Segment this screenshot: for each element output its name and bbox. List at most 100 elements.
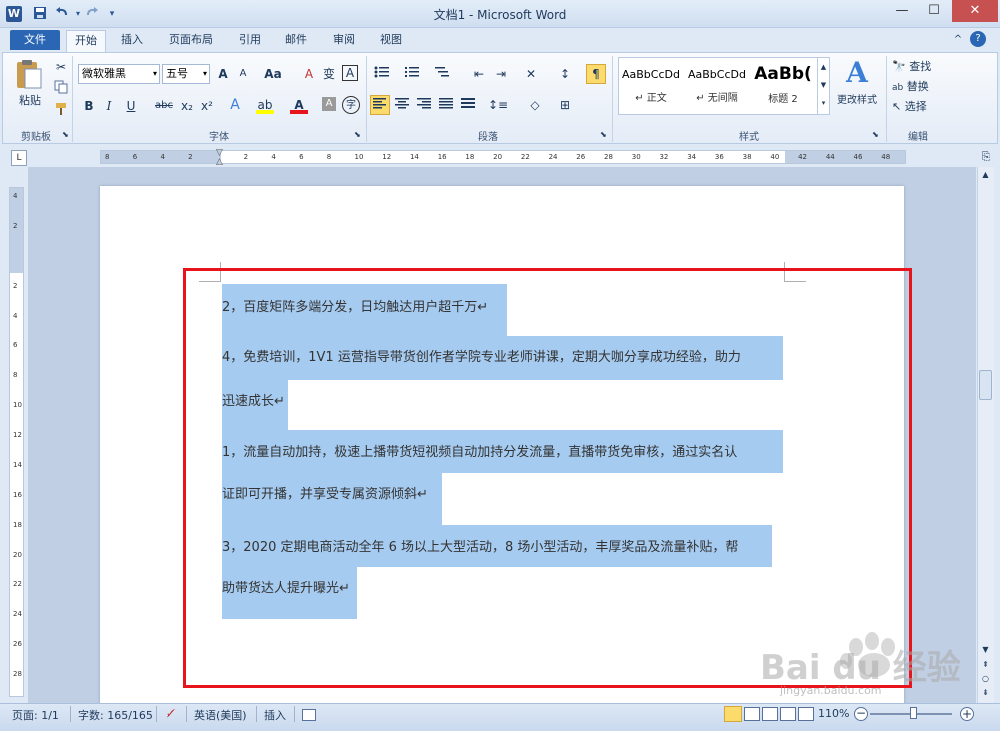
tab-page-layout[interactable]: 页面布局: [160, 30, 222, 52]
tab-selector-icon[interactable]: L: [11, 150, 27, 166]
increase-indent-icon[interactable]: ⇥: [492, 65, 510, 83]
align-right-icon[interactable]: [415, 96, 433, 114]
zoom-out-icon[interactable]: −: [854, 707, 868, 721]
full-screen-view-icon[interactable]: [744, 707, 760, 721]
tab-home[interactable]: 开始: [66, 30, 106, 52]
align-center-icon[interactable]: [393, 96, 411, 114]
word-count[interactable]: 字数: 165/165: [78, 707, 153, 723]
shading-icon[interactable]: ◇: [526, 96, 544, 114]
chinese-layout-icon[interactable]: ✕: [520, 65, 542, 83]
vertical-ruler[interactable]: 4 2 2 4 6 8 10 12 14 16 18 20 22 24 26 28: [9, 187, 24, 697]
find-label: 查找: [909, 60, 932, 73]
char-shading-icon[interactable]: A: [322, 97, 336, 111]
font-color-icon[interactable]: A: [290, 96, 308, 114]
view-ruler-icon[interactable]: ⎘: [978, 150, 994, 166]
page-count[interactable]: 页面: 1/1: [12, 707, 59, 723]
tab-mailings[interactable]: 邮件: [278, 30, 314, 52]
underline-button[interactable]: U: [122, 97, 140, 115]
clear-format-icon[interactable]: A: [300, 65, 318, 83]
minimize-ribbon-icon[interactable]: ^: [950, 30, 966, 52]
insert-mode[interactable]: 插入: [264, 707, 286, 723]
enclose-char-icon[interactable]: 字: [342, 96, 360, 114]
style-no-spacing[interactable]: AaBbCcDd ↵ 无间隔: [686, 60, 748, 114]
bold-button[interactable]: B: [80, 97, 98, 115]
maximize-icon[interactable]: ☐: [917, 0, 951, 22]
sort-icon[interactable]: ↕: [556, 65, 574, 83]
tab-references[interactable]: 引用: [232, 30, 268, 52]
ruler-tick-label: 10: [354, 153, 364, 161]
next-page-icon[interactable]: ⇟: [979, 688, 992, 701]
scroll-down-icon[interactable]: ▼: [979, 645, 992, 658]
minimize-icon[interactable]: —: [885, 0, 919, 22]
phonetic-guide-icon[interactable]: 变: [320, 65, 338, 83]
style-normal[interactable]: AaBbCcDd ↵ 正文: [620, 60, 682, 114]
tab-insert[interactable]: 插入: [114, 30, 150, 52]
numbering-icon[interactable]: [402, 65, 422, 83]
decrease-indent-icon[interactable]: ⇤: [470, 65, 488, 83]
distribute-icon[interactable]: [459, 96, 477, 114]
change-case-icon[interactable]: Aa: [262, 65, 284, 83]
paste-icon[interactable]: [14, 58, 46, 90]
format-painter-icon[interactable]: [52, 102, 70, 120]
tab-file[interactable]: 文件: [10, 30, 60, 50]
close-icon[interactable]: ✕: [952, 0, 998, 22]
superscript-button[interactable]: x²: [198, 97, 216, 115]
draft-view-icon[interactable]: [798, 707, 814, 721]
outline-view-icon[interactable]: [780, 707, 796, 721]
bullets-icon[interactable]: [372, 65, 392, 83]
ruler-tick-label: 2: [188, 153, 193, 161]
change-styles-icon[interactable]: A: [840, 58, 874, 88]
styles-launcher-icon[interactable]: ⬊: [872, 130, 879, 139]
proofing-icon[interactable]: ✓̸: [166, 707, 175, 720]
ruler-tick-label: 24: [13, 610, 22, 619]
ruler-tick-label: 46: [853, 153, 863, 161]
zoom-slider-thumb[interactable]: [910, 707, 917, 719]
scroll-thumb[interactable]: [979, 370, 992, 400]
font-size-combo[interactable]: 五号 ▾: [162, 64, 210, 84]
language-indicator[interactable]: 英语(美国): [194, 707, 247, 723]
style-heading-2[interactable]: AaBb( 标题 2: [752, 60, 814, 114]
select-button[interactable]: ↖ 选择: [892, 98, 952, 114]
multilevel-list-icon[interactable]: [432, 65, 452, 83]
font-name-combo[interactable]: 微软雅黑 ▾: [78, 64, 160, 84]
style-gallery-scroll[interactable]: ▲ ▼ ▾: [817, 58, 829, 114]
shrink-font-icon[interactable]: A: [234, 65, 252, 83]
browse-object-icon[interactable]: ○: [979, 674, 992, 687]
zoom-in-icon[interactable]: +: [960, 707, 974, 721]
zoom-level[interactable]: 110%: [818, 707, 849, 720]
show-marks-icon[interactable]: ¶: [586, 64, 606, 84]
char-border-icon[interactable]: A: [342, 65, 358, 81]
font-launcher-icon[interactable]: ⬊: [354, 130, 361, 139]
scroll-up-icon[interactable]: ▲: [979, 170, 992, 183]
subscript-button[interactable]: x₂: [178, 97, 196, 115]
text-effects-icon[interactable]: A: [226, 96, 244, 114]
cut-icon[interactable]: ✂: [52, 58, 70, 76]
italic-button[interactable]: I: [100, 97, 118, 115]
change-styles-button[interactable]: 更改样式: [832, 91, 882, 106]
help-icon[interactable]: ?: [970, 31, 986, 47]
ruler-tick-label: 20: [493, 153, 503, 161]
macro-record-icon[interactable]: [302, 709, 316, 721]
vertical-scrollbar[interactable]: [977, 167, 994, 703]
ruler-tick-label: 2: [13, 221, 18, 230]
web-layout-view-icon[interactable]: [762, 707, 778, 721]
prev-page-icon[interactable]: ⇞: [979, 660, 992, 673]
borders-icon[interactable]: ⊞: [556, 96, 574, 114]
group-separator: [366, 56, 367, 142]
tab-view[interactable]: 视图: [373, 30, 409, 52]
replace-button[interactable]: ab 替换: [892, 78, 952, 94]
tab-review[interactable]: 审阅: [326, 30, 362, 52]
clipboard-launcher-icon[interactable]: ⬊: [62, 130, 69, 139]
paste-button[interactable]: 粘贴: [14, 92, 46, 108]
paragraph-launcher-icon[interactable]: ⬊: [600, 130, 607, 139]
justify-icon[interactable]: [437, 96, 455, 114]
copy-icon[interactable]: [52, 80, 70, 98]
strikethrough-button[interactable]: abc: [152, 97, 176, 115]
hanging-indent-icon[interactable]: △: [216, 157, 223, 167]
line-spacing-icon[interactable]: ↕≡: [488, 96, 508, 114]
grow-font-icon[interactable]: A: [214, 65, 232, 83]
align-left-icon[interactable]: [370, 95, 390, 115]
find-button[interactable]: 🔭 查找: [892, 58, 952, 74]
highlight-icon[interactable]: ab: [256, 96, 274, 114]
print-layout-view-icon[interactable]: [724, 706, 742, 722]
